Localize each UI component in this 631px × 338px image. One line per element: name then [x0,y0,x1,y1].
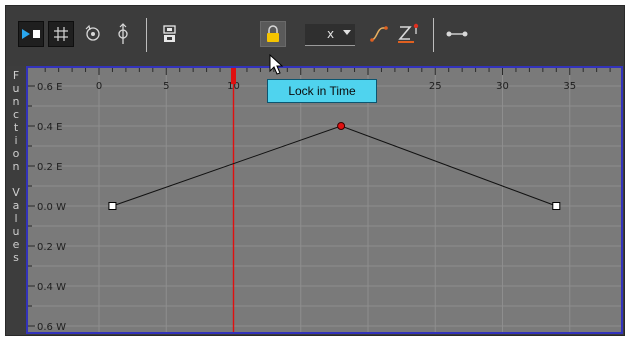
channel-dropdown[interactable]: x [305,24,355,46]
function-values-label-char: u [12,225,20,238]
grid-button[interactable] [48,21,74,47]
function-curve-plot[interactable]: 051015202530350.6 E0.4 E0.2 E0.0 W0.2 W0… [28,68,621,332]
y-tick-label: 0.6 E [37,82,62,93]
keyframe[interactable] [552,202,561,210]
function-values-label-char: l [14,212,18,225]
y-tick-label: 0.2 E [37,162,62,173]
chevron-down-icon [343,30,351,35]
keyframe[interactable] [108,202,117,210]
z-key-icon [398,23,419,43]
mouse-cursor-icon [269,54,284,75]
toolbar: x [6,6,624,66]
function-values-label-char: n [12,160,20,173]
rotate-button[interactable] [80,21,106,47]
playhead-handle [231,68,236,84]
play-icon [22,29,40,39]
pivot-icon [118,23,128,44]
grid-icon [54,27,68,41]
function-values-label-char: n [12,95,20,108]
y-tick-label: 0.4 E [37,122,62,133]
lock-icon [267,25,279,42]
toolbar-separator [433,18,434,52]
x-tick-label: 35 [563,81,576,92]
snap-button[interactable] [157,21,183,47]
keyframe-selected[interactable] [337,122,346,130]
function-values-label-char: a [12,199,20,212]
function-graph[interactable]: 051015202530350.6 E0.4 E0.2 E0.0 W0.2 W0… [26,66,623,334]
function-values-label-char: c [12,108,20,121]
toolbar-separator [146,18,147,52]
function-values-label-char: u [12,82,20,95]
function-values-label-char [6,173,26,186]
x-tick-label: 25 [429,81,442,92]
play-button[interactable] [18,21,44,47]
x-tick-label: 0 [96,81,102,92]
y-tick-label: 0.2 W [37,242,66,253]
ease-curve-icon [370,26,388,42]
function-values-label: Function Values [6,66,26,335]
link-icon [446,31,468,37]
function-values-label-char: V [12,186,20,199]
function-values-label-char: e [12,238,20,251]
function-values-label-char: i [14,134,18,147]
link-button[interactable] [444,21,470,47]
channel-dropdown-value: x [327,27,335,41]
snap-to-keyframe-icon [163,25,176,42]
y-tick-label: 0.4 W [37,282,66,293]
function-values-label-char: F [12,69,20,82]
lock-in-time-tooltip: Lock in Time [267,79,377,103]
rotate-icon [85,24,100,41]
pivot-button[interactable] [110,21,136,47]
function-values-label-char: t [13,121,19,134]
y-tick-label: 0.0 W [37,202,66,213]
x-tick-label: 30 [496,81,509,92]
ease-curve-button[interactable] [366,21,392,47]
y-tick-label: 0.6 W [37,322,66,332]
function-editor-window: x F u n c t i o n V a l u e s 0 5 25 30 … [5,5,625,336]
function-values-label-char: s [13,251,19,264]
z-key-button[interactable] [395,21,421,47]
function-values-label-char: o [12,147,20,160]
x-tick-label: 5 [163,81,169,92]
lock-in-time-button[interactable] [260,21,286,47]
